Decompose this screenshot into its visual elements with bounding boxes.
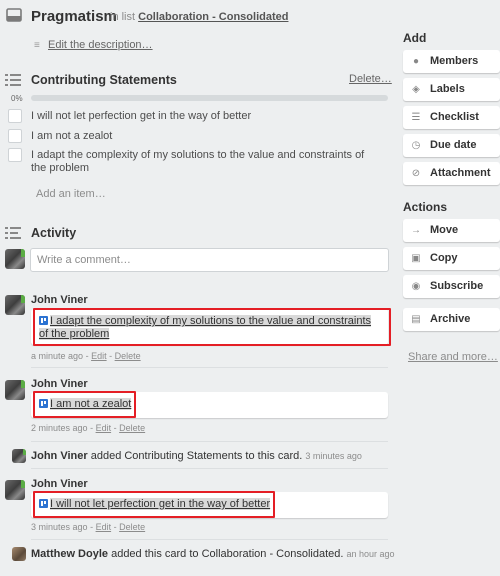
add-heading: Add [403,31,427,45]
archive-icon: ▤ [411,314,421,325]
tag-icon: ◈ [412,84,420,95]
list-link[interactable]: Collaboration - Consolidated [138,11,288,23]
clock-icon: ◷ [411,140,421,151]
comment-meta: 3 minutes ago - Edit - Delete [31,522,145,532]
checklist-delete-link[interactable]: Delete… [349,73,392,85]
edit-comment-link[interactable]: Edit [96,522,112,532]
avatar[interactable] [12,547,26,561]
checklist-progress-bar [31,95,388,101]
paperclip-icon: ⊘ [411,168,421,179]
actions-heading: Actions [403,200,448,214]
checklist-checkbox[interactable] [8,109,22,123]
checklist-progress-percent: 0% [11,94,23,103]
due-date-button[interactable]: ◷ Due date [403,134,500,157]
checklist-item-text[interactable]: I am not a zealot [31,130,376,143]
delete-comment-link[interactable]: Delete [115,351,141,361]
action-text: added Contributing Statements to this ca… [90,450,303,462]
activity-action: Matthew Doyle added this card to Collabo… [31,548,395,560]
current-user-avatar [5,249,25,269]
comment-input[interactable]: Write a comment… [30,248,389,272]
eye-icon: ◉ [411,281,421,292]
card-icon [6,8,22,22]
copy-label: Copy [430,252,458,264]
edit-comment-link[interactable]: Edit [96,423,112,433]
divider [31,367,388,368]
delete-comment-link[interactable]: Delete [119,522,145,532]
activity-action: John Viner added Contributing Statements… [31,450,362,462]
activity-icon [5,227,21,239]
action-text: added this card to Collaboration - Conso… [111,548,344,560]
archive-button[interactable]: ▤ Archive [403,308,500,331]
members-button[interactable]: ● Members [403,50,500,73]
meta-separator: - [85,351,89,361]
action-author[interactable]: Matthew Doyle [31,548,108,560]
checklist-button[interactable]: ☰ Checklist [403,106,500,129]
due-date-label: Due date [430,139,477,151]
copy-icon: ▣ [411,253,421,264]
edit-description-link[interactable]: Edit the description… [48,39,153,51]
subscribe-button[interactable]: ◉ Subscribe [403,275,500,298]
action-author[interactable]: John Viner [31,450,88,462]
person-icon: ● [412,56,420,67]
divider [31,539,388,540]
arrow-right-icon: → [411,225,421,236]
card-detail-main: Pragmatism in list Collaboration - Conso… [0,0,396,576]
checklist-section-icon [5,74,21,86]
move-label: Move [430,224,459,236]
divider [31,468,388,469]
comment-meta: a minute ago - Edit - Delete [31,351,141,361]
archive-label: Archive [430,313,471,325]
avatar[interactable] [12,449,26,463]
highlight-box [33,391,136,418]
add-checklist-item[interactable]: Add an item… [36,188,106,200]
divider [31,441,388,442]
comment-author[interactable]: John Viner [31,378,88,390]
move-button[interactable]: → Move [403,219,500,242]
comment-author[interactable]: John Viner [31,478,88,490]
attachment-label: Attachment [430,167,491,179]
description-lines-icon: ≡ [34,40,40,51]
in-list-prefix: in list [110,11,136,23]
labels-label: Labels [430,83,465,95]
attachment-button[interactable]: ⊘ Attachment [403,162,500,185]
highlight-box [33,308,391,346]
share-and-more-link[interactable]: Share and more… [408,351,498,363]
meta-separator: - [113,522,117,532]
edit-comment-link[interactable]: Edit [91,351,107,361]
checklist-item-text[interactable]: I will not let perfection get in the way… [31,110,376,123]
members-label: Members [430,55,479,67]
checklist-title[interactable]: Contributing Statements [31,73,177,87]
checklist-checkbox[interactable] [8,148,22,162]
checklist-label: Checklist [430,111,479,123]
meta-separator: - [90,423,94,433]
copy-button[interactable]: ▣ Copy [403,247,500,270]
checklist-checkbox[interactable] [8,129,22,143]
avatar[interactable] [5,480,25,500]
card-title[interactable]: Pragmatism [31,8,117,25]
meta-separator: - [109,351,113,361]
avatar[interactable] [5,380,25,400]
avatar[interactable] [5,295,25,315]
card-sidebar: Add ● Members ◈ Labels ☰ Checklist ◷ Due dat… [396,0,500,576]
meta-separator: - [113,423,117,433]
comment-time: 3 minutes ago [31,522,88,532]
action-time: an hour ago [346,549,395,559]
subscribe-label: Subscribe [430,280,484,292]
edit-description[interactable]: ≡ Edit the description… [34,39,153,51]
checklist-icon: ☰ [411,112,421,123]
comment-time: 2 minutes ago [31,423,88,433]
highlight-box [33,491,275,518]
checklist-item-text[interactable]: I adapt the complexity of my solutions t… [31,149,376,175]
in-list-label: in list Collaboration - Consolidated [110,11,288,23]
meta-separator: - [90,522,94,532]
comment-author[interactable]: John Viner [31,294,88,306]
delete-comment-link[interactable]: Delete [119,423,145,433]
comment-meta: 2 minutes ago - Edit - Delete [31,423,145,433]
labels-button[interactable]: ◈ Labels [403,78,500,101]
activity-title: Activity [31,226,77,240]
comment-time: a minute ago [31,351,84,361]
action-time: 3 minutes ago [305,451,362,461]
